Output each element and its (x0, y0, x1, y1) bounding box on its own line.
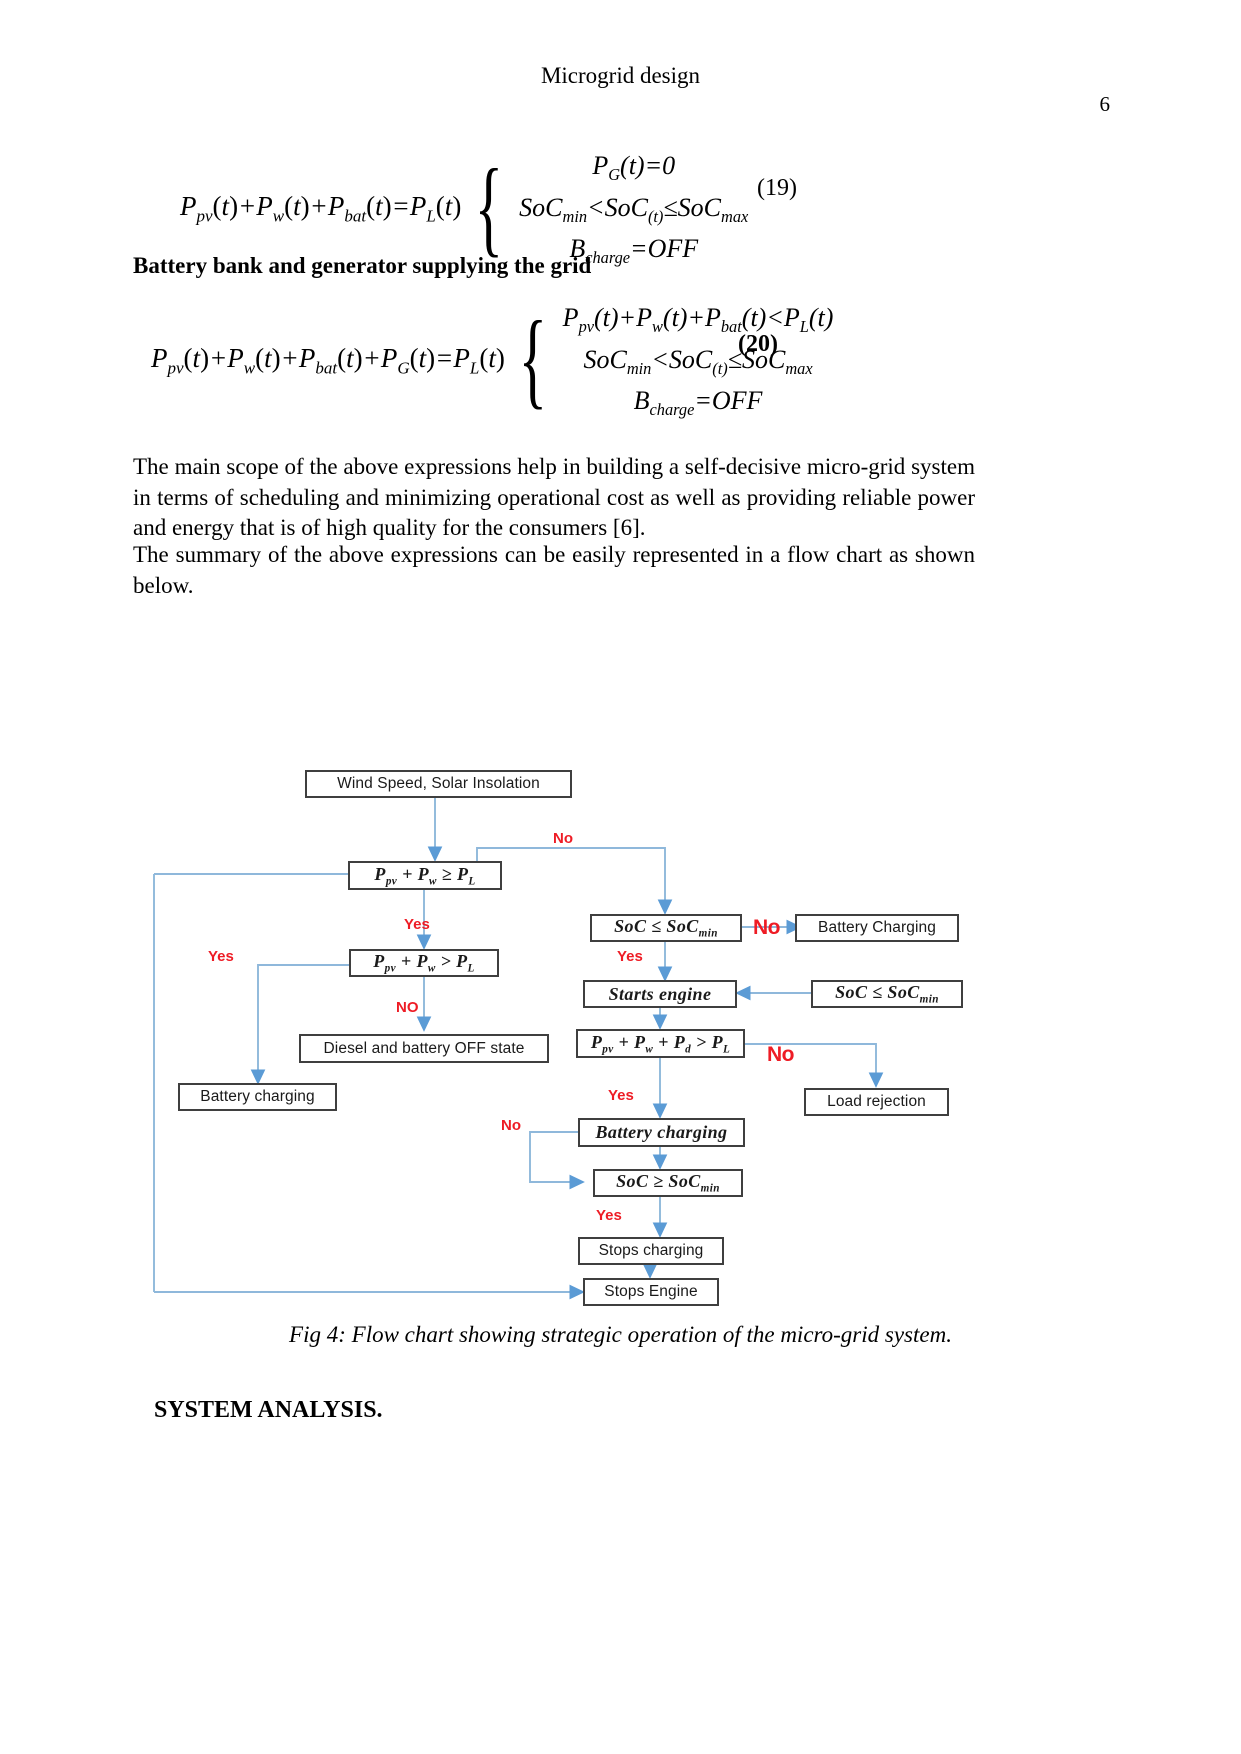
equation-19-system: PG(t)=0 SoCmin<SoC(t)≤SoCmax Bcharge=OFF (519, 146, 748, 271)
equation-20-line-2: SoCmin<SoC(t)≤SoCmax (583, 344, 813, 378)
running-head: Microgrid design (540, 63, 701, 88)
edge-label-yes-soc-2: Yes (596, 1207, 622, 1224)
equation-19-line-2: SoCmin<SoC(t)≤SoCmax (519, 192, 749, 226)
flow-node-diesel-battery-off: Diesel and battery OFF state (299, 1034, 549, 1063)
page-number: 6 (1099, 92, 1111, 116)
equation-19: Ppv(t)+Pw(t)+Pbat(t)=PL(t) { PG(t)=0 SoC… (180, 146, 748, 271)
flow-node-battery-charging-left-label: Battery charging (200, 1088, 315, 1105)
edge-label-yes-1: Yes (404, 916, 430, 933)
equation-19-line-1: PG(t)=0 (592, 151, 676, 185)
paragraph-summary: The summary of the above expressions can… (133, 542, 975, 598)
flow-node-battery-charging-mid-label: Battery charging (595, 1122, 728, 1142)
flow-node-ppv-pw-ge-pl-label: Ppv + Pw ≥ PL (374, 863, 476, 888)
flow-node-battery-charging-mid: Battery charging (578, 1118, 745, 1147)
flow-node-soc-ge-socmin: SoC ≥ SoCmin (593, 1169, 743, 1197)
flow-node-load-rejection-label: Load rejection (827, 1093, 926, 1110)
document-page: Microgrid design 6 Ppv(t)+Pw(t)+Pbat(t)=… (0, 0, 1241, 1754)
flow-node-ppv-pw-pd-gt-pl-label: Ppv + Pw + Pd > PL (590, 1031, 731, 1056)
heading-battery-bank: Battery bank and generator supplying the… (133, 253, 592, 278)
equation-20-number: (20) (738, 331, 778, 357)
edge-label-no-battery-charging: No (753, 916, 781, 939)
flow-node-battery-charging-right-label: Battery Charging (818, 919, 936, 936)
flow-node-battery-charging-left: Battery charging (178, 1083, 337, 1111)
flow-node-stops-charging-label: Stops charging (598, 1242, 704, 1259)
figure-caption: Fig 4: Flow chart showing strategic oper… (289, 1322, 952, 1347)
equation-19-lhs: Ppv(t)+Pw(t)+Pbat(t)=PL(t) (180, 190, 462, 226)
edge-label-yes-soc: Yes (617, 948, 643, 965)
flow-node-soc-le-socmin-2: SoC ≤ SoCmin (811, 980, 963, 1008)
edge-label-no-battery-2: No (501, 1117, 521, 1134)
flow-node-soc-le-socmin-1: SoC ≤ SoCmin (590, 914, 742, 942)
paragraph-main-scope: The main scope of the above expressions … (133, 454, 975, 541)
flow-node-starts-engine: Starts engine (583, 980, 737, 1008)
flow-node-ppv-pw-gt-pl: Ppv + Pw > PL (349, 949, 499, 977)
flow-node-wind-solar-label: Wind Speed, Solar Insolation (337, 775, 540, 792)
flow-node-stops-charging: Stops charging (578, 1237, 724, 1265)
flow-node-starts-engine-label: Starts engine (608, 983, 712, 1004)
equation-20-lhs: Ppv(t)+Pw(t)+Pbat(t)+PG(t)=PL(t) (151, 342, 505, 378)
flow-node-wind-solar: Wind Speed, Solar Insolation (305, 770, 572, 798)
equation-19-brace: { (474, 148, 504, 268)
equation-20-system: Ppv(t)+Pw(t)+Pbat(t)<PL(t) SoCmin<SoC(t)… (563, 298, 834, 423)
edge-label-no-top: No (553, 830, 573, 847)
edge-label-yes-left: Yes (208, 948, 234, 965)
heading-system-analysis: SYSTEM ANALYSIS. (154, 1397, 383, 1423)
flow-node-stops-engine: Stops Engine (583, 1278, 719, 1306)
edge-label-no-diesel: NO (396, 999, 419, 1016)
flow-node-ppv-pw-gt-pl-label: Ppv + Pw > PL (373, 951, 475, 975)
flow-node-soc-le-socmin-1-label: SoC ≤ SoCmin (614, 916, 718, 940)
flow-node-ppv-pw-pd-gt-pl: Ppv + Pw + Pd > PL (576, 1029, 745, 1058)
equation-20-line-3: Bcharge=OFF (633, 386, 763, 420)
edge-label-yes-pd: Yes (608, 1087, 634, 1104)
equation-19-number: (19) (757, 175, 797, 201)
flow-node-stops-engine-label: Stops Engine (604, 1283, 698, 1300)
flow-node-load-rejection: Load rejection (804, 1088, 949, 1116)
equation-20-line-1: Ppv(t)+Pw(t)+Pbat(t)<PL(t) (562, 303, 834, 337)
equation-20: Ppv(t)+Pw(t)+Pbat(t)+PG(t)=PL(t) { Ppv(t… (151, 298, 833, 423)
flow-node-soc-le-socmin-2-label: SoC ≤ SoCmin (835, 982, 939, 1006)
flow-node-ppv-pw-ge-pl: Ppv + Pw ≥ PL (348, 861, 502, 890)
flow-node-soc-ge-socmin-label: SoC ≥ SoCmin (616, 1171, 720, 1195)
equation-20-brace: { (518, 300, 548, 420)
flow-node-battery-charging-right: Battery Charging (795, 914, 959, 942)
edge-label-no-load-rejection: No (767, 1043, 795, 1066)
flow-node-diesel-battery-off-label: Diesel and battery OFF state (323, 1039, 525, 1057)
